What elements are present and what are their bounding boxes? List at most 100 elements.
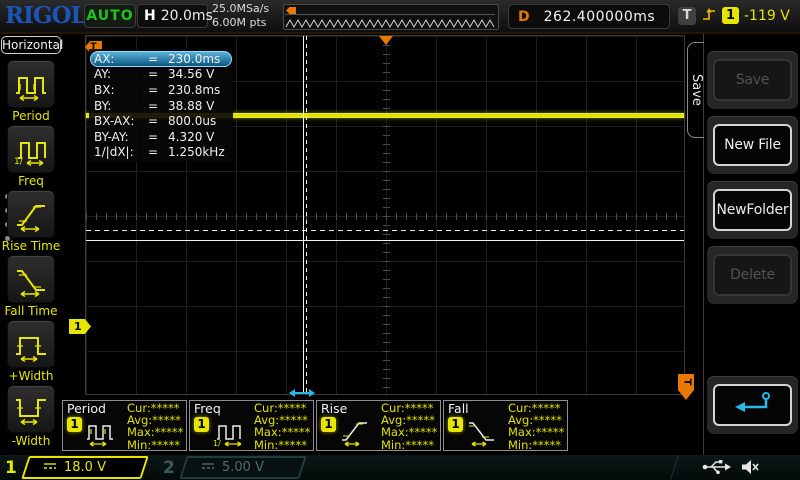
- memory-depth: 6.00M pts: [212, 16, 267, 29]
- left-measure-menu: Horizontal Period 1/ Freq Rise Time Fall…: [0, 34, 63, 454]
- return-button[interactable]: [713, 384, 792, 426]
- delay-value: 262.400000ms: [543, 8, 656, 25]
- trigger-info-box[interactable]: T 1 -119 V: [678, 4, 790, 27]
- trigger-level-icon[interactable]: T: [678, 374, 694, 400]
- channel1-indicator[interactable]: 1 18.0 V: [5, 456, 149, 479]
- timebase-box[interactable]: H 20.0ms: [137, 4, 213, 28]
- minus-width-icon: [7, 385, 55, 433]
- cursor-row-label: 1/|dX|:: [94, 145, 134, 160]
- stat-max: Max:*****: [254, 425, 311, 440]
- delay-label: D: [518, 8, 530, 25]
- stat-min: Min:*****: [127, 437, 181, 452]
- cursor-row-label: BY-AY:: [94, 129, 129, 144]
- cursor-row-label: BX:: [94, 82, 115, 97]
- channel-badge: 1: [448, 417, 463, 432]
- menu-item-fall-time[interactable]: Fall Time: [0, 255, 62, 318]
- status-icons: [701, 458, 760, 480]
- trigger-source-badge: 1: [722, 7, 739, 24]
- delete-button[interactable]: Delete: [713, 254, 792, 296]
- channel-badge: 1: [194, 417, 209, 432]
- measurement-freq[interactable]: Freq 1 1/ Cur:***** Avg:***** Max:***** …: [189, 400, 314, 451]
- speaker-muted-icon: [740, 458, 760, 480]
- menu-item-label: -Width: [11, 434, 51, 448]
- equals-sign: =: [148, 51, 159, 66]
- new-folder-button[interactable]: NewFolder: [713, 189, 792, 231]
- svg-text:1/: 1/: [213, 439, 221, 448]
- plus-width-icon: [7, 320, 55, 368]
- trigger-label-badge: T: [678, 6, 696, 25]
- cursor-b-hline[interactable]: [86, 230, 684, 231]
- menu-item-label: Fall Time: [4, 304, 58, 318]
- cursor-row-label: AX:: [94, 51, 115, 66]
- cursor-row-ay: AY: = 34.56 V: [90, 67, 232, 83]
- trigger-position-icon[interactable]: [379, 36, 393, 45]
- channel-badge: 1: [67, 417, 82, 432]
- return-arrow-icon: [731, 390, 775, 420]
- cursor-measure-panel: AX: = 230.0ms AY: = 34.56 V BX: = 230.8m…: [89, 49, 233, 163]
- fall-time-icon: [7, 255, 55, 303]
- channel1-ground-icon[interactable]: 1: [69, 319, 91, 334]
- new-folder-button-slot: NewFolder: [707, 181, 798, 239]
- channel2-scale: 5.00 V: [221, 460, 264, 475]
- waveform-display-grid: T T 1 AX: = 230.0ms AY: = 34.56 V BX: = …: [69, 35, 694, 400]
- horizontal-label: H: [144, 8, 156, 24]
- stat-max: Max:*****: [127, 425, 184, 440]
- center-horizontal-ticks: [86, 213, 684, 220]
- rigol-logo: RIGOL: [5, 2, 87, 29]
- menu-item-label: Freq: [18, 174, 44, 188]
- freq-icon: 1/: [212, 413, 250, 455]
- new-file-button-slot: New File: [707, 116, 798, 174]
- menu-item-plus-width[interactable]: +Width: [0, 320, 62, 383]
- sample-rate: 25.0MSa/s: [212, 2, 270, 15]
- right-soft-menu: Save Save New File NewFolder Delete: [687, 34, 800, 458]
- cursor-row-bx: BX: = 230.8ms: [90, 82, 232, 98]
- trigger-level-value: -119 V: [744, 7, 790, 24]
- menu-item-period[interactable]: Period: [0, 60, 62, 123]
- bottom-bar-divider: [669, 455, 680, 480]
- waveform-preview[interactable]: [283, 4, 499, 30]
- menu-item-rise-time[interactable]: Rise Time: [0, 190, 62, 253]
- usb-icon: [701, 458, 731, 480]
- cursor-b-vline[interactable]: [306, 36, 307, 394]
- freq-icon: 1/: [7, 125, 55, 173]
- measurement-period[interactable]: Period 1 Cur:***** Avg:***** Max:***** M…: [62, 400, 187, 451]
- bottom-channel-bar: 1 18.0 V 2 5.00 V: [0, 455, 800, 480]
- menu-item-minus-width[interactable]: -Width: [0, 385, 62, 448]
- trigger-level-letter: T: [680, 378, 692, 386]
- oscilloscope-screen: RIGOL AUTO H 20.0ms 25.0MSa/s 6.00M pts …: [0, 0, 800, 480]
- cursor-a-vline[interactable]: [303, 36, 304, 394]
- channel1-box: 18.0 V: [21, 456, 149, 479]
- menu-item-label: +Width: [8, 369, 54, 383]
- measurement-fall[interactable]: Fall 1 Cur:***** Avg:***** Max:***** Min…: [443, 400, 568, 451]
- preview-waveform-icon: [285, 14, 495, 29]
- channel2-box: 5.00 V: [179, 456, 307, 479]
- save-button-slot: Save: [707, 51, 798, 109]
- cursor-row-by: BY: = 38.88 V: [90, 98, 232, 114]
- cursor-move-arrow-icon: [289, 383, 315, 402]
- cursor-row-ax: AX: = 230.0ms: [90, 51, 232, 67]
- cursor-row-value: 1.250kHz: [168, 145, 225, 160]
- dc-coupling-icon: [43, 460, 57, 475]
- cursor-row-byay: BY-AY: = 4.320 V: [90, 129, 232, 145]
- equals-sign: =: [148, 114, 159, 129]
- cursor-row-value: 230.0ms: [168, 51, 221, 66]
- svg-text:1/: 1/: [14, 157, 24, 167]
- top-status-bar: RIGOL AUTO H 20.0ms 25.0MSa/s 6.00M pts …: [0, 0, 800, 34]
- channel-badge: 1: [321, 417, 336, 432]
- rise-time-icon: [7, 190, 55, 238]
- trigger-delay-box[interactable]: D 262.400000ms: [508, 4, 670, 29]
- equals-sign: =: [148, 145, 159, 160]
- channel2-indicator[interactable]: 2 5.00 V: [163, 456, 307, 479]
- menu-item-freq[interactable]: 1/ Freq: [0, 125, 62, 188]
- measurement-rise[interactable]: Rise 1 Cur:***** Avg:***** Max:***** Min…: [316, 400, 441, 451]
- fall-time-icon: [466, 413, 504, 455]
- new-file-button[interactable]: New File: [713, 124, 792, 166]
- timebase-value: 20.0ms: [160, 8, 213, 24]
- save-button[interactable]: Save: [713, 59, 792, 101]
- channel1-scale: 18.0 V: [63, 460, 106, 475]
- cursor-a-hline[interactable]: [86, 240, 684, 241]
- rise-time-icon: [339, 413, 377, 455]
- cursor-row-value: 34.56 V: [168, 67, 215, 82]
- stat-min: Min:*****: [508, 437, 562, 452]
- cursor-row-value: 230.8ms: [168, 82, 221, 97]
